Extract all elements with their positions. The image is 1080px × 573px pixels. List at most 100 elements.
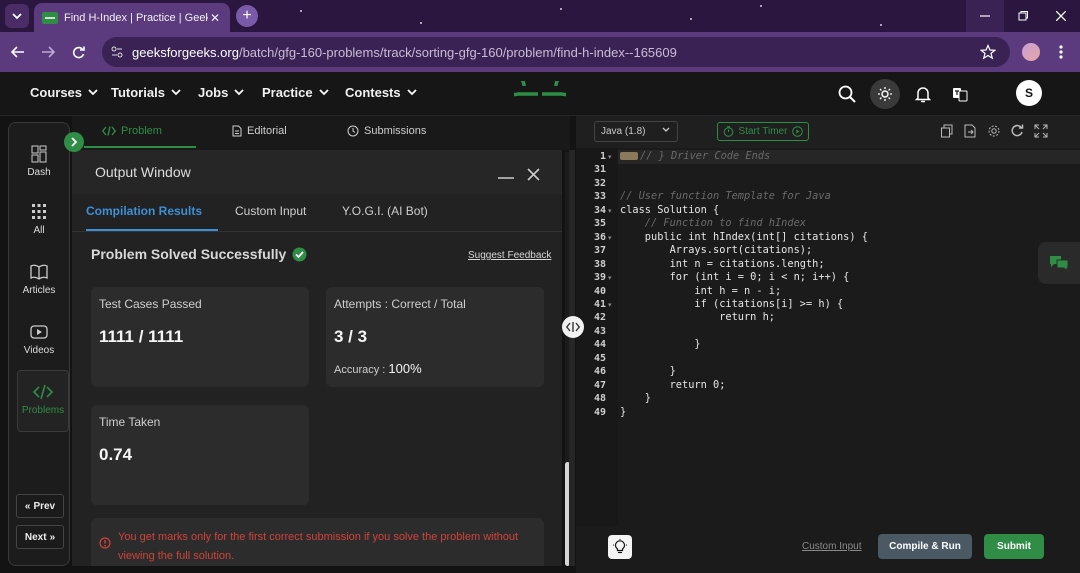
test-cases-label: Test Cases Passed [99,297,202,311]
tab-yogi-ai-bot[interactable]: Y.O.G.I. (AI Bot) [342,204,428,218]
sidebar-item-problems[interactable]: Problems [17,370,69,432]
fold-arrow-icon[interactable]: ▾ [608,274,612,282]
line-number: 35 [593,218,606,230]
sidebar-item-dash[interactable]: Dash [9,145,69,178]
code-area[interactable]: // } Driver Code Ends // User function Te… [618,148,1080,526]
next-button[interactable]: Next » [16,525,64,549]
code-icon [102,126,116,136]
language-value: Java (1.8) [601,126,646,137]
minimize-button[interactable] [966,0,1004,32]
language-select[interactable]: Java (1.8) [594,121,678,142]
chevron-down-icon [234,89,244,96]
folded-code-marker[interactable] [620,152,638,160]
tab-close-icon[interactable]: ✕ [208,11,222,25]
theme-toggle-button[interactable] [870,79,900,109]
notifications-button[interactable] [911,82,935,106]
nav-label: Jobs [198,85,229,100]
translate-button[interactable] [948,82,972,106]
open-file-icon[interactable] [963,124,977,138]
compile-run-button[interactable]: Compile & Run [878,534,972,559]
test-cases-card: Test Cases Passed 1111 / 1111 [91,287,309,387]
user-avatar[interactable]: S [1016,80,1042,106]
line-number: 33 [593,191,606,203]
close-window-button[interactable] [1042,0,1080,32]
nav-courses[interactable]: Courses [30,85,98,100]
reset-icon[interactable] [1010,124,1024,138]
browser-menu-button[interactable] [1054,43,1068,61]
start-timer-button[interactable]: Start Timer [717,122,809,141]
line-number: 45 [593,352,606,364]
fullscreen-icon[interactable] [1034,124,1048,138]
tab-compilation-results[interactable]: Compilation Results [86,204,202,218]
fold-arrow-icon[interactable]: ▾ [608,234,612,242]
code-text: } [620,392,651,405]
nav-contests[interactable]: Contests [345,85,417,100]
code-line: } [620,406,626,419]
custom-input-link[interactable]: Custom Input [802,541,861,552]
reload-button[interactable] [66,40,90,64]
line-number: 46 [593,366,606,378]
tab-custom-input[interactable]: Custom Input [235,204,306,218]
resize-handle[interactable] [562,316,584,338]
forward-arrow-icon [42,46,55,58]
search-button[interactable] [835,82,859,106]
tab-submissions[interactable]: Submissions [347,125,426,137]
gfg-logo[interactable] [514,81,566,107]
nav-practice[interactable]: Practice [262,85,329,100]
sidebar-item-all[interactable]: All [9,203,69,236]
nav-jobs[interactable]: Jobs [198,85,244,100]
forward-button[interactable] [36,40,60,64]
fold-arrow-icon[interactable]: ▾ [608,207,612,215]
maximize-button[interactable] [1004,0,1042,32]
site-info-icon[interactable] [111,46,123,58]
reload-icon [72,46,85,58]
code-text: public int hIndex(int[] citations) { [620,230,868,243]
sidebar-item-videos[interactable]: Videos [9,323,69,356]
line-number: 41 [593,298,606,310]
tab-problem[interactable]: Problem [102,125,162,137]
back-button[interactable] [6,40,30,64]
new-tab-button[interactable]: + [236,5,258,27]
line-number: 34 [593,204,606,216]
tab-label: Problem [121,125,162,137]
suggest-feedback-link[interactable]: Suggest Feedback [468,250,551,261]
address-bar[interactable]: geeksforgeeks.org/batch/gfg-160-problems… [102,37,1010,67]
prev-button[interactable]: « Prev [16,494,64,518]
line-number: 49 [593,406,606,418]
fold-arrow-icon[interactable]: ▾ [608,301,612,309]
hint-button[interactable] [608,535,632,559]
submit-button[interactable]: Submit [984,534,1044,559]
nav-label: Contests [345,85,401,100]
tab-search-button[interactable] [5,4,29,28]
prev-label: Prev [33,500,56,512]
expand-sidebar-button[interactable] [64,132,84,152]
chat-button[interactable] [1038,242,1080,284]
sidebar-item-articles[interactable]: Articles [9,263,69,296]
code-text: } [620,338,701,351]
code-text: return h; [620,311,775,324]
browser-tab-active[interactable]: Find H-Index | Practice | GeeksforGeeks … [34,3,230,32]
time-taken-label: Time Taken [99,415,161,429]
browser-tab-strip: Find H-Index | Practice | GeeksforGeeks … [0,0,1080,32]
code-editor-panel: Java (1.8) Start Timer 1 ▾ 31 32 33 34 ▾ 35 36 ▾ 3… [576,116,1080,573]
minimize-panel-icon[interactable] [498,172,514,180]
nav-tutorials[interactable]: Tutorials [111,85,181,100]
chevron-down-icon [318,89,329,96]
url-host: geeksforgeeks.org [132,44,239,60]
sidebar-item-label: Videos [23,345,55,356]
chat-bubbles-icon [1050,256,1069,272]
bookmark-star-icon[interactable] [980,44,996,60]
tab-label: Submissions [364,125,427,137]
tab-editorial[interactable]: Editorial [232,125,287,137]
code-text: // Function to find hIndex [620,217,806,230]
copy-icon[interactable] [940,124,954,138]
profile-avatar[interactable] [1022,43,1040,61]
back-arrow-icon [11,46,24,58]
fold-arrow-icon[interactable]: ▾ [608,153,612,161]
video-icon [30,325,48,339]
settings-gear-icon[interactable] [987,124,1001,138]
close-panel-icon[interactable] [527,168,540,181]
dashboard-icon [31,145,47,163]
code-line: public int hIndex(int[] citations) { [620,231,868,244]
code-text: return 0; [620,378,726,391]
